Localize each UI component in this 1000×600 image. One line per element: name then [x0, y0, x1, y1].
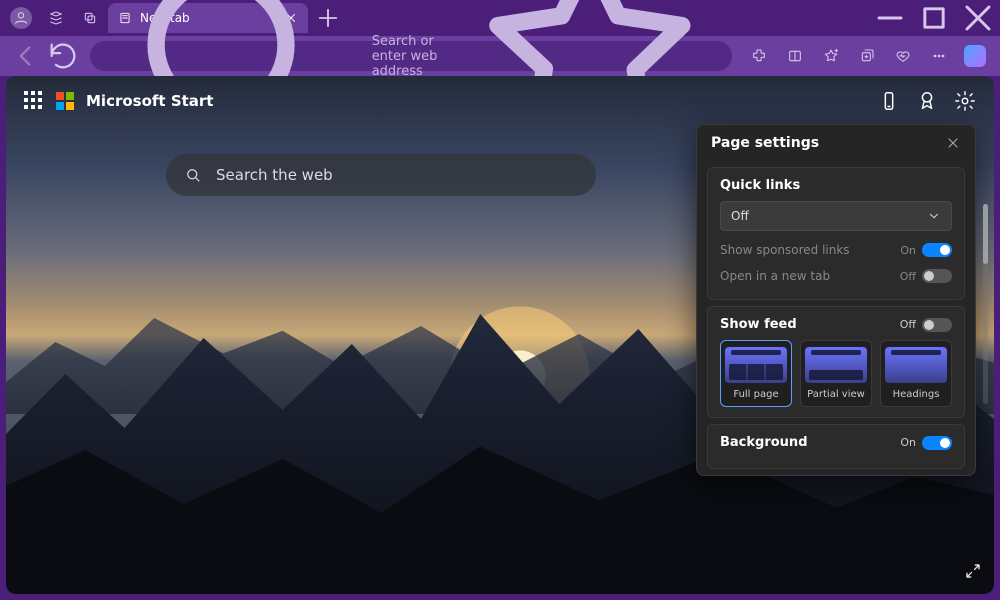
refresh-icon: [46, 39, 80, 73]
feed-heading: Show feed Off: [720, 317, 952, 332]
quick-links-dropdown[interactable]: Off: [720, 201, 952, 231]
sponsored-state: On: [900, 244, 916, 257]
feed-state: Off: [900, 318, 916, 331]
titlebar-left: [0, 7, 100, 29]
background-state: On: [900, 436, 916, 449]
ellipsis-icon: [931, 48, 947, 64]
settings-close-button[interactable]: [945, 135, 961, 151]
workspaces-icon[interactable]: [46, 8, 66, 28]
search-icon: [184, 166, 202, 184]
feed-layout-tiles: Full page Partial view Headings: [720, 340, 952, 407]
settings-title: Page settings: [711, 135, 819, 151]
section-background: Background On: [707, 424, 965, 469]
window-close-button[interactable]: [956, 0, 1000, 36]
puzzle-icon: [751, 48, 767, 64]
collections-button[interactable]: [850, 40, 884, 72]
row-open-new-tab: Open in a new tab Off: [720, 263, 952, 289]
tile-headings[interactable]: Headings: [880, 340, 952, 407]
mobile-icon[interactable]: [878, 90, 900, 112]
chevron-down-icon: [927, 209, 941, 223]
extensions-button[interactable]: [742, 40, 776, 72]
copilot-icon: [964, 45, 986, 67]
dropdown-value: Off: [731, 209, 749, 223]
ntp-header-actions: [878, 90, 976, 112]
split-icon: [787, 48, 803, 64]
split-screen-button[interactable]: [778, 40, 812, 72]
more-menu-button[interactable]: [922, 40, 956, 72]
microsoft-logo: [56, 92, 74, 110]
page-settings-icon[interactable]: [954, 90, 976, 112]
copilot-button[interactable]: [958, 40, 992, 72]
collections-icon: [859, 48, 875, 64]
ntp-search-placeholder: Search the web: [216, 166, 333, 184]
tile-partial-view[interactable]: Partial view: [800, 340, 872, 407]
address-placeholder: Search or enter web address: [372, 34, 451, 79]
new-tab-label: Open in a new tab: [720, 269, 830, 283]
tab-actions-icon[interactable]: [80, 8, 100, 28]
profile-avatar[interactable]: [10, 7, 32, 29]
feed-toggle[interactable]: [922, 318, 952, 332]
rewards-icon[interactable]: [916, 90, 938, 112]
ntp-search-box[interactable]: Search the web: [166, 154, 596, 196]
favorites-button[interactable]: [814, 40, 848, 72]
nav-refresh-button[interactable]: [46, 40, 80, 72]
sponsored-label: Show sponsored links: [720, 243, 850, 257]
nav-back-button: [8, 40, 42, 72]
settings-header: Page settings: [697, 125, 975, 161]
address-bar[interactable]: Search or enter web address: [90, 41, 732, 71]
ntp-header: Microsoft Start: [24, 90, 976, 112]
window-controls: [868, 0, 1000, 36]
heart-pulse-icon: [895, 48, 911, 64]
sponsored-toggle[interactable]: [922, 243, 952, 257]
new-tab-toggle[interactable]: [922, 269, 952, 283]
new-tab-page: Microsoft Start Search the web Page sett…: [6, 76, 994, 594]
expand-page-button[interactable]: [964, 562, 982, 584]
window-minimize-button[interactable]: [868, 0, 912, 36]
star-plus-icon: [823, 48, 839, 64]
row-sponsored-links: Show sponsored links On: [720, 237, 952, 263]
arrow-left-icon: [8, 39, 42, 73]
background-heading: Background On: [720, 435, 952, 450]
brand-title: Microsoft Start: [86, 92, 213, 110]
section-quick-links: Quick links Off Show sponsored links On …: [707, 167, 965, 300]
settings-body: Quick links Off Show sponsored links On …: [697, 161, 975, 475]
window-maximize-button[interactable]: [912, 0, 956, 36]
new-tab-state: Off: [900, 270, 916, 283]
background-toggle[interactable]: [922, 436, 952, 450]
app-launcher-icon[interactable]: [24, 91, 44, 111]
address-toolbar: Search or enter web address: [0, 36, 1000, 76]
page-settings-panel: Page settings Quick links Off Show spons…: [696, 124, 976, 476]
scrollbar-thumb[interactable]: [983, 204, 988, 264]
tile-full-page[interactable]: Full page: [720, 340, 792, 407]
quick-links-heading: Quick links: [720, 178, 952, 193]
content-scrollbar[interactable]: [983, 204, 988, 404]
toolbar-actions: [742, 40, 992, 72]
browser-essentials-button[interactable]: [886, 40, 920, 72]
section-show-feed: Show feed Off Full page Partial view Hea…: [707, 306, 965, 418]
close-icon: [945, 135, 961, 151]
expand-icon: [964, 562, 982, 580]
